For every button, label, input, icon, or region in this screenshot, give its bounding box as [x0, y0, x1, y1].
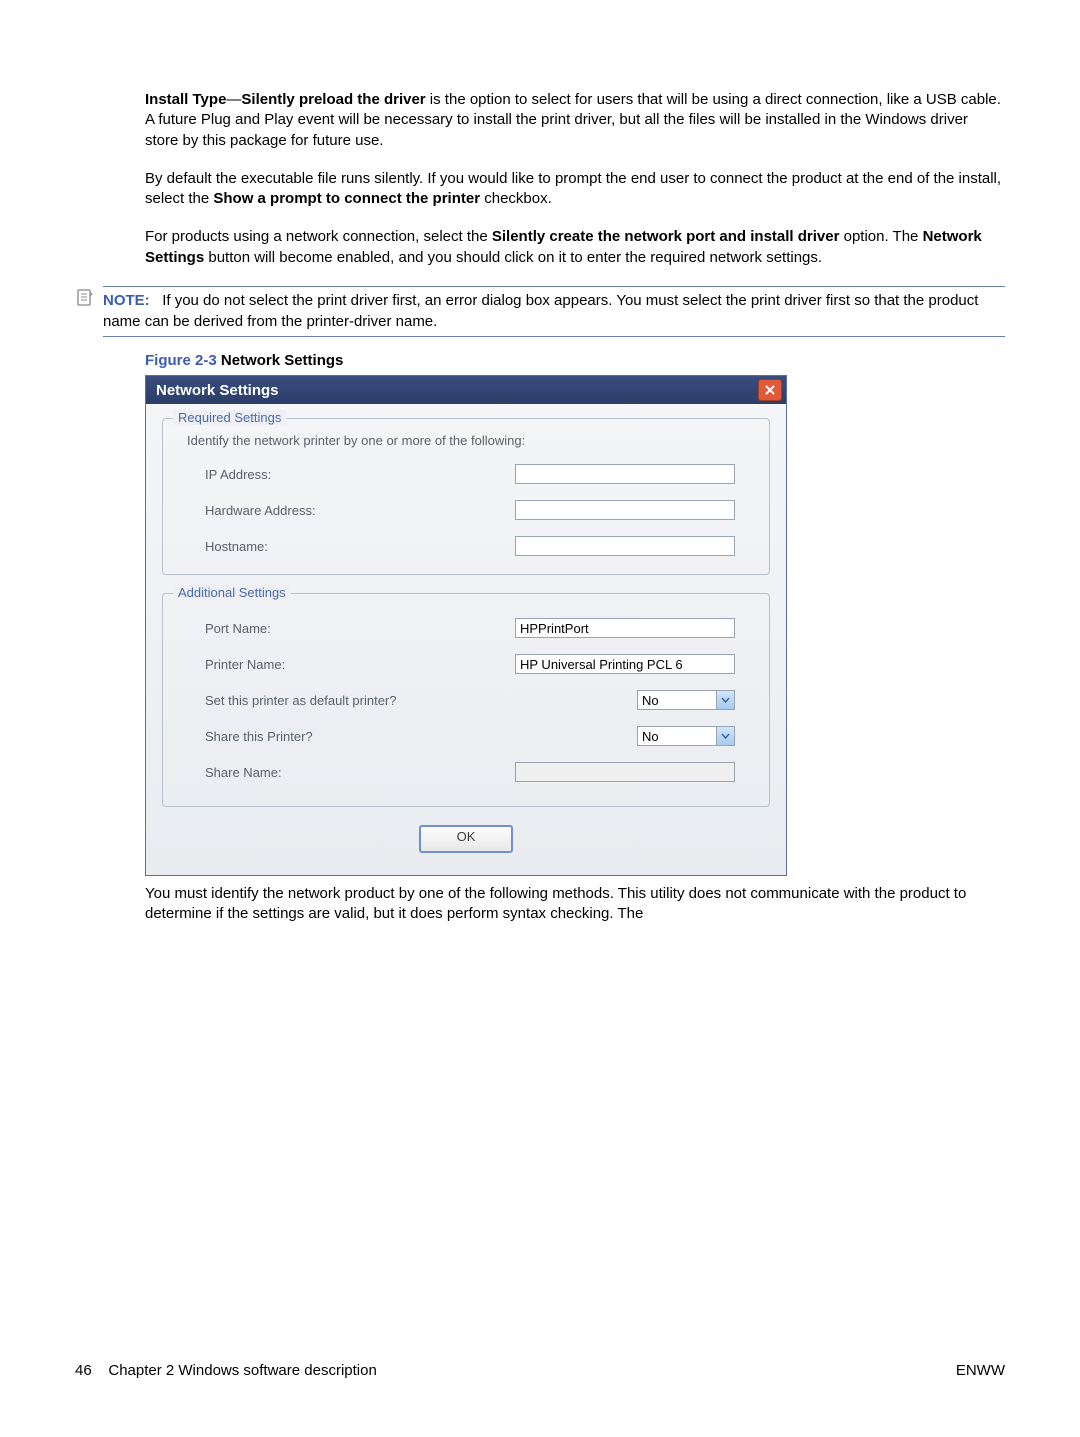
text-p3e: button will become enabled, and you shou… [204, 249, 822, 266]
additional-legend: Additional Settings [173, 585, 291, 600]
port-name-label: Port Name: [187, 621, 515, 636]
text-show-prompt: Show a prompt to connect the printer [213, 190, 480, 207]
note-label: NOTE: [103, 292, 150, 309]
footer-right: ENWW [956, 1362, 1005, 1379]
default-printer-label: Set this printer as default printer? [187, 693, 637, 708]
note-block: NOTE: If you do not select the print dri… [75, 286, 1005, 337]
paragraph-after-figure: You must identify the network product by… [145, 884, 1005, 925]
hardware-address-input[interactable] [515, 500, 735, 520]
share-printer-value: No [642, 729, 659, 744]
close-icon [764, 384, 776, 396]
paragraph-network-option: For products using a network connection,… [145, 227, 1005, 268]
additional-settings-group: Additional Settings Port Name: Printer N… [162, 593, 770, 807]
note-text: If you do not select the print driver fi… [103, 292, 978, 330]
dialog-titlebar: Network Settings [146, 376, 786, 404]
figure-number: Figure 2-3 [145, 352, 217, 369]
figure-title: Network Settings [217, 352, 344, 369]
share-printer-select[interactable]: No [637, 726, 735, 746]
printer-name-input[interactable] [515, 654, 735, 674]
text-p2c: checkbox. [480, 190, 552, 207]
chevron-down-icon [716, 691, 734, 709]
note-body: NOTE: If you do not select the print dri… [103, 286, 1005, 337]
ip-address-label: IP Address: [187, 467, 515, 482]
dialog-title: Network Settings [156, 382, 279, 399]
required-settings-group: Required Settings Identify the network p… [162, 418, 770, 575]
text-install-type: Install Type [145, 91, 226, 108]
share-name-input [515, 762, 735, 782]
text-dash: — [226, 91, 241, 108]
hostname-label: Hostname: [187, 539, 515, 554]
required-legend: Required Settings [173, 410, 286, 425]
text-p3a: For products using a network connection,… [145, 228, 492, 245]
ok-button[interactable]: OK [419, 825, 513, 853]
hostname-input[interactable] [515, 536, 735, 556]
close-button[interactable] [758, 379, 782, 401]
paragraph-default-exec: By default the executable file runs sile… [145, 169, 1005, 210]
paragraph-install-type: Install Type—Silently preload the driver… [145, 90, 1005, 151]
page-number: 46 [75, 1362, 92, 1379]
hardware-address-label: Hardware Address: [187, 503, 515, 518]
figure-caption: Figure 2-3 Network Settings [145, 351, 1005, 371]
chevron-down-icon [716, 727, 734, 745]
text-silently-preload: Silently preload the driver [241, 91, 425, 108]
note-icon [75, 288, 95, 312]
ip-address-input[interactable] [515, 464, 735, 484]
text-silently-create: Silently create the network port and ins… [492, 228, 840, 245]
default-printer-value: No [642, 693, 659, 708]
text-p3c: option. The [839, 228, 922, 245]
required-intro: Identify the network printer by one or m… [187, 433, 753, 448]
printer-name-label: Printer Name: [187, 657, 515, 672]
port-name-input[interactable] [515, 618, 735, 638]
network-settings-dialog: Network Settings Required Settings Ident… [145, 375, 787, 876]
share-name-label: Share Name: [187, 765, 515, 780]
page-footer: 46 Chapter 2 Windows software descriptio… [75, 1362, 1005, 1379]
default-printer-select[interactable]: No [637, 690, 735, 710]
chapter-label: Chapter 2 Windows software description [108, 1362, 376, 1379]
share-printer-label: Share this Printer? [187, 729, 637, 744]
